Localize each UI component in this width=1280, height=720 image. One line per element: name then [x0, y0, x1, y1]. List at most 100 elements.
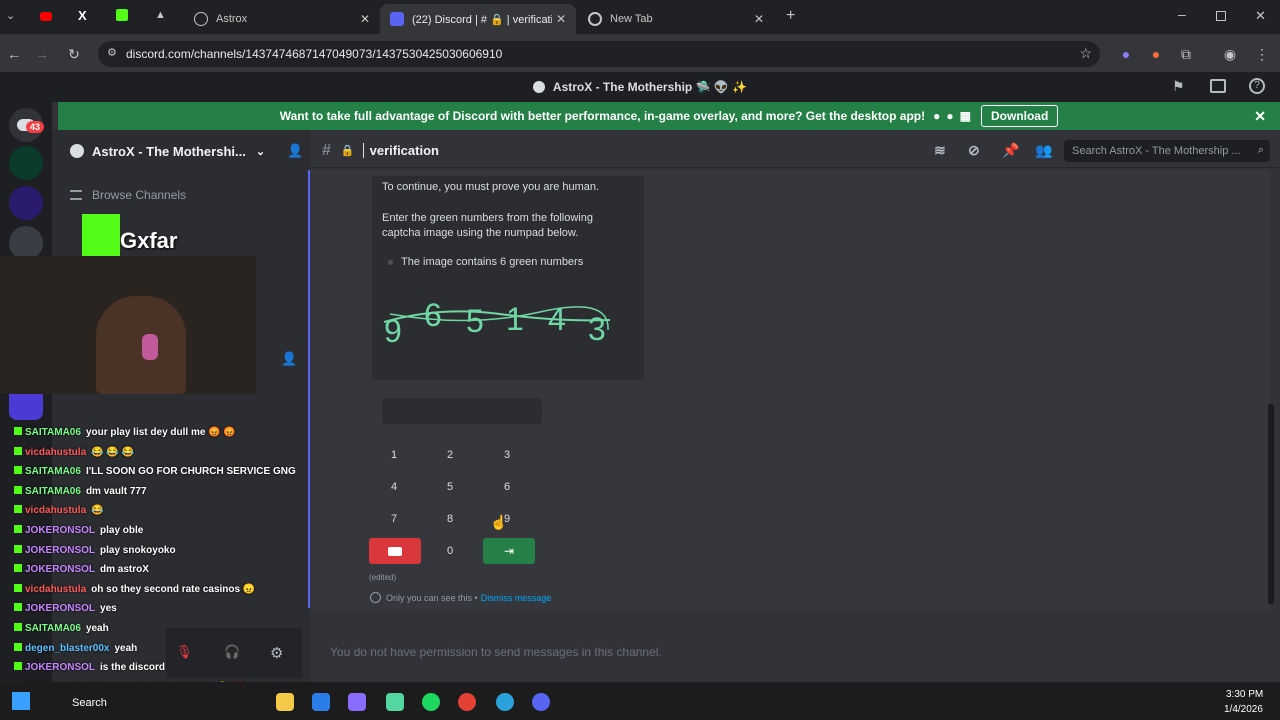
message-scrollbar[interactable]	[1268, 404, 1274, 604]
back-arrow-icon[interactable]: ←	[4, 44, 24, 64]
numpad-key[interactable]: 0	[424, 538, 476, 564]
telegram-icon[interactable]	[496, 693, 514, 711]
numpad-key[interactable]: 8	[424, 506, 476, 532]
message-line-1: To continue, you must prove you are huma…	[382, 181, 600, 193]
headphones-icon[interactable]: 🎧	[224, 644, 240, 660]
edited-tag: (edited)	[369, 573, 397, 582]
numpad-key[interactable]: 4	[368, 474, 420, 500]
kick-pinned-tab-icon[interactable]	[116, 9, 128, 21]
close-window-icon[interactable]: ✕	[1255, 8, 1266, 24]
taskbar-search-label[interactable]: Search	[72, 697, 107, 709]
new-tab-plus-icon[interactable]: +	[786, 7, 795, 25]
member-list-icon[interactable]: 👥	[1035, 142, 1052, 159]
numpad-key[interactable]: 2	[424, 442, 476, 468]
site-info-icon[interactable]: ⚙	[107, 46, 117, 59]
tab-astrox[interactable]: Astrox ✕	[184, 4, 380, 34]
threads-icon[interactable]: ≋	[934, 142, 946, 159]
windows-start-icon[interactable]	[12, 692, 30, 710]
tab-discord[interactable]: (22) Discord | # 🔒 | verificatio ✕	[380, 4, 576, 34]
chat-message: SAITAMA06 I'LL SOON GO FOR CHURCH SERVICE…	[14, 466, 296, 477]
chat-message: SAITAMA06 your play list dey dull me 😡 😡	[14, 427, 236, 438]
download-button[interactable]: Download	[980, 105, 1059, 127]
kick-badge-icon	[14, 505, 22, 514]
banner-text: Want to take full advantage of Discord w…	[279, 109, 926, 123]
desktop-app-banner: Want to take full advantage of Discord w…	[58, 102, 1280, 130]
inbox-flag-icon[interactable]: ⚑	[1172, 78, 1185, 95]
discord-taskbar-icon[interactable]	[532, 693, 550, 711]
server-icon-astrox[interactable]	[9, 146, 43, 180]
server-header[interactable]: AstroX - The Mothershi... ⌄ 👤	[52, 134, 310, 168]
chevron-down-icon: ⌄	[255, 145, 266, 158]
close-tab-icon[interactable]: ✕	[556, 12, 566, 26]
chat-message: JOKERONSOL yes	[14, 603, 117, 614]
youtube-pinned-tab-icon[interactable]	[40, 12, 52, 21]
browser-tab-strip: ⌄ X ▲ Astrox ✕ (22) Discord | # 🔒 | veri…	[0, 0, 1280, 34]
android-icon: ●	[946, 109, 954, 123]
tab-search-icon[interactable]: ⌄	[6, 9, 15, 22]
numpad-delete-button[interactable]	[369, 538, 421, 564]
close-banner-icon[interactable]: ✕	[1254, 108, 1266, 125]
numpad-key[interactable]: 7	[368, 506, 420, 532]
user-settings-gear-icon[interactable]: ⚙	[270, 644, 283, 662]
numpad-key[interactable]: 1	[368, 442, 420, 468]
browser-menu-icon[interactable]: ⋮	[1252, 44, 1272, 64]
snipping-tool-icon[interactable]	[348, 693, 366, 711]
reload-icon[interactable]: ↻	[64, 44, 84, 64]
chat-message: vicdahustula 😂 😂 😂	[14, 446, 135, 458]
bookmark-star-icon[interactable]: ☆	[1079, 45, 1092, 62]
help-icon[interactable]: ?	[1249, 78, 1265, 94]
dismiss-message-link[interactable]: Dismiss message	[481, 593, 552, 603]
invite-user-icon[interactable]: 👤	[287, 143, 303, 159]
discord-title-bar: AstroX - The Mothership 🛸 👽 ✨ ⚑ ?	[0, 72, 1280, 102]
address-bar[interactable]: ⚙ discord.com/channels/14374746871470490…	[98, 41, 1100, 67]
chat-text: 😂	[91, 505, 104, 517]
numpad-key[interactable]: 5	[424, 474, 476, 500]
numpad-key[interactable]: 6	[481, 474, 533, 500]
chat-username: SAITAMA06	[25, 466, 81, 478]
chat-text: 😂 😂 😂	[91, 446, 135, 458]
restore-window-icon[interactable]	[1216, 11, 1226, 21]
add-member-icon[interactable]: 👤	[281, 351, 297, 367]
lock-icon: 🔒	[340, 145, 355, 157]
x-pinned-tab-icon[interactable]: X	[78, 8, 87, 23]
numpad-submit-button[interactable]: ⇥	[483, 538, 535, 564]
chat-text: yes	[100, 603, 117, 615]
browse-channels-item[interactable]: Browse Channels	[70, 186, 186, 204]
ephemeral-text: Only you can see this •	[386, 592, 478, 603]
tab-title: (22) Discord | # 🔒 | verificatio	[412, 13, 552, 26]
store-icon[interactable]	[312, 693, 330, 711]
captcha-noise-line	[389, 306, 609, 331]
chrome-icon[interactable]	[458, 693, 476, 711]
file-explorer-icon[interactable]	[276, 693, 294, 711]
server-icon-skull[interactable]	[9, 226, 43, 260]
numpad-key[interactable]: 3	[481, 442, 533, 468]
pinned-messages-icon[interactable]: 📌	[1002, 142, 1019, 159]
pinned-tab-triangle-icon[interactable]: ▲	[155, 9, 166, 21]
captcha-digit: 9	[384, 313, 402, 348]
search-icon: ⌕	[1257, 144, 1264, 156]
list-icon	[70, 190, 82, 200]
close-tab-icon[interactable]: ✕	[754, 12, 764, 26]
discord-app-icon[interactable]	[386, 693, 404, 711]
close-tab-icon[interactable]: ✕	[360, 12, 370, 26]
webcam-feed	[0, 256, 256, 394]
minimize-window-icon[interactable]: –	[1178, 6, 1186, 22]
extension-fox-icon[interactable]: ●	[1146, 44, 1166, 64]
extensions-puzzle-icon[interactable]: ⧉	[1176, 44, 1196, 64]
search-input[interactable]: Search AstroX - The Mothership ... ⌕	[1064, 140, 1270, 162]
kick-badge-icon	[14, 485, 22, 494]
mute-mic-icon[interactable]: 🎙	[176, 644, 193, 660]
forward-arrow-icon[interactable]: →	[32, 44, 52, 64]
server-name: AstroX - The Mothershi...	[92, 143, 246, 159]
notifications-muted-icon[interactable]: ⊘	[968, 142, 980, 159]
chat-message: vicdahustula oh so they second rate casin…	[14, 583, 255, 595]
inbox-tray-icon[interactable]	[1210, 79, 1226, 93]
spotify-icon[interactable]	[422, 693, 440, 711]
extension-ghost-icon[interactable]: ●	[1116, 44, 1136, 64]
tab-new-tab[interactable]: New Tab ✕	[578, 4, 774, 34]
chat-text: I'LL SOON GO FOR CHURCH SERVICE GNG	[85, 466, 296, 478]
profile-avatar-icon[interactable]: ◉	[1220, 44, 1240, 64]
clock-date: 1/4/2026	[1224, 704, 1263, 715]
server-icon-purple[interactable]	[9, 186, 43, 220]
channel-sidebar	[52, 130, 310, 682]
